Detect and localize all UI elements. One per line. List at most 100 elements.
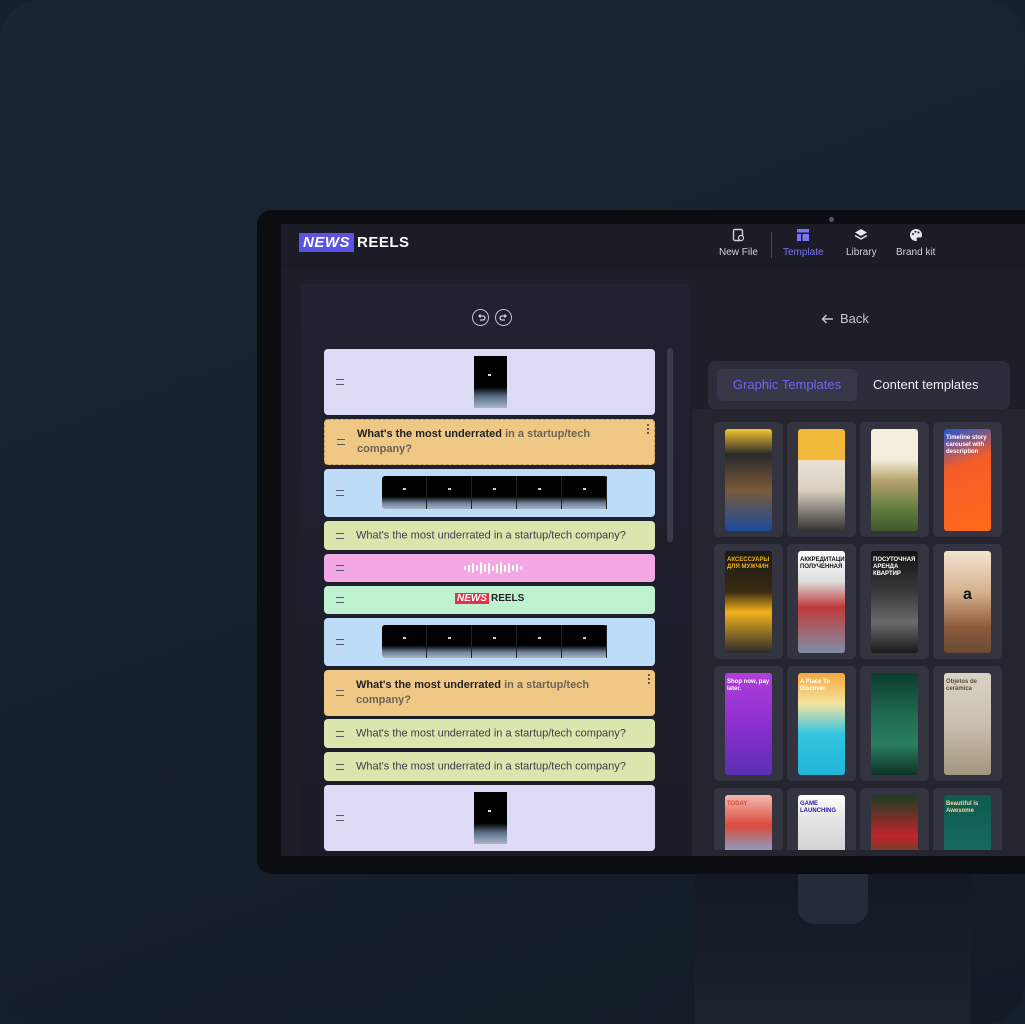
- more-menu-icon[interactable]: [647, 424, 649, 436]
- block-title-text[interactable]: What's the most underrated in a startup/…: [357, 427, 646, 457]
- undo-button[interactable]: [472, 309, 489, 326]
- brand-logo: NEWS REELS: [455, 593, 525, 604]
- tab-content-templates[interactable]: Content templates: [873, 369, 979, 401]
- more-menu-icon[interactable]: [648, 674, 650, 686]
- template-card[interactable]: [787, 422, 856, 537]
- arrow-left-icon: [821, 313, 833, 324]
- palette-icon: [909, 228, 922, 241]
- drag-handle-icon[interactable]: [336, 763, 344, 770]
- top-nav: NEWS REELS New File Template Library Bra…: [281, 224, 1025, 270]
- layers-icon: [854, 229, 868, 240]
- drag-handle-icon[interactable]: [336, 597, 344, 603]
- block-title[interactable]: What's the most underrated in a startup/…: [324, 419, 655, 465]
- new-file-icon: [733, 228, 745, 242]
- monitor-stand-slot: [798, 872, 868, 924]
- block-text[interactable]: What's the most underrated in a startup/…: [324, 719, 655, 748]
- template-card[interactable]: [860, 788, 929, 850]
- template-thumbnail: Shop now, pay later.: [725, 673, 772, 775]
- drag-handle-icon[interactable]: [336, 815, 344, 821]
- image-thumbnail: [474, 356, 507, 408]
- drag-handle-icon[interactable]: [336, 565, 344, 571]
- block-title[interactable]: What's the most underrated in a startup/…: [324, 670, 655, 716]
- editor-scrollbar[interactable]: [667, 348, 673, 542]
- template-card[interactable]: A Place To Discover: [787, 666, 856, 781]
- template-thumbnail: TODAY: [725, 795, 772, 850]
- template-thumbnail: ПОСУТОЧНАЯ АРЕНДА КВАРТИР: [871, 551, 918, 653]
- block-text-content[interactable]: What's the most underrated in a startup/…: [356, 528, 647, 543]
- template-caption: ПОСУТОЧНАЯ АРЕНДА КВАРТИР: [873, 557, 916, 577]
- template-card[interactable]: TODAY: [714, 788, 783, 850]
- template-card[interactable]: Timeline story carousel with description: [933, 422, 1002, 537]
- template-caption: АКСЕССУАРЫ ДЛЯ МУЖЧИН: [727, 557, 770, 570]
- template-thumbnail: [871, 429, 918, 531]
- drag-handle-icon[interactable]: [336, 730, 344, 737]
- template-card[interactable]: Beautiful is Awesome: [933, 788, 1002, 850]
- block-audio[interactable]: [324, 554, 655, 582]
- template-card[interactable]: Shop now, pay later.: [714, 666, 783, 781]
- template-caption: TODAY: [727, 801, 748, 807]
- template-thumbnail: [725, 429, 772, 531]
- template-card[interactable]: [860, 666, 929, 781]
- image-thumbnail: [474, 792, 507, 844]
- template-card[interactable]: ПОСУТОЧНАЯ АРЕНДА КВАРТИР: [860, 544, 929, 659]
- nav-brand-kit[interactable]: Brand kit: [896, 228, 935, 258]
- template-card[interactable]: a: [933, 544, 1002, 659]
- template-thumbnail: A Place To Discover: [798, 673, 845, 775]
- drag-handle-icon[interactable]: [336, 690, 344, 696]
- drag-handle-icon[interactable]: [336, 490, 344, 496]
- block-logo[interactable]: NEWS REELS: [324, 586, 655, 614]
- template-card[interactable]: АКСЕССУАРЫ ДЛЯ МУЖЧИН: [714, 544, 783, 659]
- template-card[interactable]: АККРЕДИТАЦИЯ ПОЛУЧЕННАЯ: [787, 544, 856, 659]
- nav-divider: [771, 232, 772, 258]
- template-caption: Timeline story carousel with description: [946, 435, 987, 455]
- redo-button[interactable]: [495, 309, 512, 326]
- template-thumbnail: GAME LAUNCHING: [798, 795, 845, 850]
- tab-graphic-templates[interactable]: Graphic Templates: [717, 369, 857, 401]
- undo-icon: [477, 313, 486, 321]
- template-thumbnail: [871, 673, 918, 775]
- block-text-content[interactable]: What's the most underrated in a startup/…: [356, 759, 647, 774]
- camera-icon: [829, 217, 834, 222]
- back-label: Back: [840, 311, 869, 326]
- block-text[interactable]: What's the most underrated in a startup/…: [324, 752, 655, 781]
- logo-reels: REELS: [357, 234, 410, 251]
- nav-label: Brand kit: [896, 247, 936, 258]
- block-image[interactable]: [324, 785, 655, 851]
- nav-label: Template: [783, 247, 824, 258]
- template-icon: [797, 229, 810, 241]
- app-logo[interactable]: NEWS REELS: [299, 233, 410, 252]
- template-thumbnail: АКСЕССУАРЫ ДЛЯ МУЖЧИН: [725, 551, 772, 653]
- template-caption: Objetos de cerámica: [946, 679, 978, 692]
- template-caption: a: [963, 586, 972, 603]
- template-card[interactable]: GAME LAUNCHING: [787, 788, 856, 850]
- block-text[interactable]: What's the most underrated in a startup/…: [324, 521, 655, 550]
- nav-library[interactable]: Library: [846, 228, 877, 258]
- drag-handle-icon[interactable]: [336, 639, 344, 645]
- template-caption: Beautiful is Awesome: [946, 801, 979, 814]
- template-thumbnail: Objetos de cerámica: [944, 673, 991, 775]
- nav-template[interactable]: Template: [783, 228, 824, 258]
- back-button[interactable]: Back: [821, 311, 869, 326]
- template-card[interactable]: [714, 422, 783, 537]
- drag-handle-icon[interactable]: [337, 439, 345, 445]
- nav-label: New File: [719, 247, 758, 258]
- logo-news: NEWS: [299, 233, 354, 252]
- template-caption: A Place To Discover: [800, 679, 831, 692]
- block-text-content[interactable]: What's the most underrated in a startup/…: [356, 726, 647, 741]
- audio-waveform-icon: [464, 562, 522, 574]
- block-filmstrip[interactable]: [324, 618, 655, 666]
- app-screen: NEWS REELS New File Template Library Bra…: [281, 224, 1025, 856]
- block-image[interactable]: [324, 349, 655, 415]
- nav-new-file[interactable]: New File: [719, 228, 758, 258]
- drag-handle-icon[interactable]: [336, 532, 344, 539]
- template-card[interactable]: [860, 422, 929, 537]
- block-title-text[interactable]: What's the most underrated in a startup/…: [356, 678, 647, 708]
- drag-handle-icon[interactable]: [336, 379, 344, 385]
- template-thumbnail: a: [944, 551, 991, 653]
- template-thumbnail: [871, 795, 918, 850]
- template-card[interactable]: Objetos de cerámica: [933, 666, 1002, 781]
- template-tabs: Graphic Templates Content templates: [708, 361, 1010, 410]
- block-filmstrip[interactable]: [324, 469, 655, 517]
- template-thumbnail: [798, 429, 845, 531]
- video-filmstrip: [382, 476, 607, 509]
